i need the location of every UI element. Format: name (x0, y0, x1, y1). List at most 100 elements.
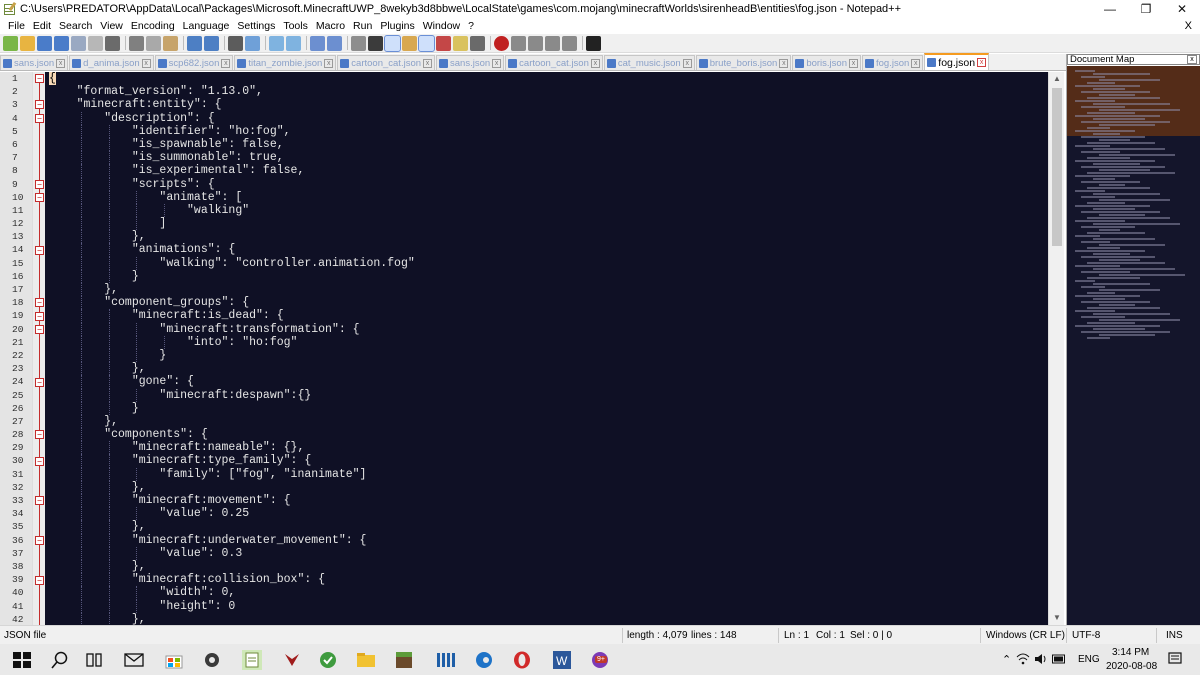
fold-toggle-icon[interactable]: − (35, 298, 44, 308)
save-macro-icon[interactable] (562, 35, 577, 51)
status-encoding[interactable]: UTF-8 (1072, 630, 1100, 641)
scrollbar-thumb[interactable] (1052, 88, 1062, 246)
play-macro-icon[interactable] (528, 35, 543, 51)
menu-help[interactable]: ? (464, 20, 478, 32)
close-button[interactable]: ✕ (1164, 0, 1200, 18)
fold-toggle-icon[interactable]: − (35, 311, 44, 321)
scroll-up-icon[interactable]: ▲ (1049, 72, 1065, 86)
tab-close-icon[interactable]: x (221, 58, 231, 68)
menu-view[interactable]: View (96, 20, 127, 32)
paste-icon[interactable] (163, 35, 178, 51)
fold-toggle-icon[interactable]: − (35, 324, 44, 334)
menu-encoding[interactable]: Encoding (127, 20, 179, 32)
fold-toggle-icon[interactable]: − (35, 74, 44, 83)
network-wifi-icon[interactable] (1016, 652, 1030, 666)
tab-close-icon[interactable]: x (911, 58, 921, 68)
fold-toggle-icon[interactable]: − (35, 245, 44, 255)
tab-d-anima-json[interactable]: d_anima.json x (69, 55, 154, 70)
maximize-button[interactable]: ❐ (1128, 0, 1164, 18)
tab-close-icon[interactable]: x (779, 58, 789, 68)
tab-close-icon[interactable]: x (56, 58, 66, 68)
print-icon[interactable] (105, 35, 120, 51)
fold-toggle-icon[interactable]: − (35, 536, 44, 545)
monitoring-icon[interactable] (470, 35, 485, 51)
fold-toggle-icon[interactable]: − (35, 456, 44, 466)
tab-brute-boris-json[interactable]: brute_boris.json x (695, 55, 792, 70)
blue-panel-app-icon[interactable] (436, 650, 456, 670)
user-language-icon[interactable] (402, 35, 417, 51)
undo-icon[interactable] (187, 35, 202, 51)
new-file-icon[interactable] (3, 35, 18, 51)
settings-gear-icon[interactable] (202, 650, 222, 670)
tab-fog-json[interactable]: fog.json x (862, 55, 924, 70)
find-icon[interactable] (228, 35, 243, 51)
plugin-icon[interactable] (586, 35, 601, 51)
mail-app-icon[interactable] (124, 650, 144, 670)
show-all-characters-icon[interactable] (368, 35, 383, 51)
save-all-icon[interactable] (54, 35, 69, 51)
fold-toggle-icon[interactable]: − (35, 575, 44, 585)
opera-browser-icon[interactable] (512, 650, 532, 670)
volume-speaker-icon[interactable] (1034, 652, 1048, 666)
minimize-button[interactable]: — (1092, 0, 1128, 18)
tab-boris-json[interactable]: boris.json x (792, 55, 861, 70)
tab-close-icon[interactable]: x (682, 58, 692, 68)
task-view-icon[interactable] (84, 650, 104, 670)
replace-icon[interactable] (245, 35, 260, 51)
document-map-close-button[interactable]: x (1187, 55, 1197, 64)
tab-sans-json[interactable]: sans.json x (0, 55, 69, 70)
show-hidden-icons-chevron-icon[interactable]: ⌃ (1002, 653, 1011, 666)
save-icon[interactable] (37, 35, 52, 51)
code-editor[interactable]: 1 2 3 4 5 6 7 8 9 10 11 12 13 14 15 16 17 18 19 20 21 22 23 24 2… (0, 72, 1064, 625)
word-icon[interactable]: W (552, 650, 572, 670)
battery-icon[interactable] (1052, 654, 1066, 664)
fold-margin[interactable]: − − − − − − − − − − − − − − − (32, 72, 45, 625)
sync-vertical-icon[interactable] (310, 35, 325, 51)
run-macro-multiple-icon[interactable] (545, 35, 560, 51)
predator-sense-icon[interactable] (282, 650, 302, 670)
close-document-button[interactable]: X (1185, 20, 1192, 32)
redo-icon[interactable] (204, 35, 219, 51)
fold-toggle-icon[interactable]: − (35, 179, 44, 189)
windows-start-icon[interactable] (12, 650, 32, 670)
green-app-icon[interactable] (318, 650, 338, 670)
input-language-indicator[interactable]: ENG (1078, 654, 1100, 665)
search-icon[interactable] (50, 650, 70, 670)
document-map-icon[interactable] (418, 34, 435, 52)
tab-cartoon-cat-json[interactable]: cartoon_cat.json x (505, 55, 603, 70)
menu-plugins[interactable]: Plugins (376, 20, 418, 32)
menu-search[interactable]: Search (55, 20, 96, 32)
close-file-icon[interactable] (71, 35, 86, 51)
folder-as-workspace-icon[interactable] (453, 35, 468, 51)
microsoft-store-icon[interactable] (164, 650, 184, 670)
fold-toggle-icon[interactable]: − (35, 430, 44, 440)
code-text-area[interactable]: { "format_version": "1.13.0", "minecraft… (45, 72, 1064, 625)
zoom-out-icon[interactable] (286, 35, 301, 51)
document-map-preview[interactable] (1067, 66, 1200, 625)
tab-close-icon[interactable]: x (849, 58, 858, 68)
tab-close-icon[interactable]: x (492, 58, 502, 68)
word-wrap-icon[interactable] (351, 35, 366, 51)
fold-toggle-icon[interactable]: − (35, 192, 44, 202)
status-insert-mode[interactable]: INS (1166, 630, 1183, 641)
menu-tools[interactable]: Tools (279, 20, 312, 32)
minecraft-icon[interactable] (394, 650, 414, 670)
action-center-icon[interactable] (1168, 652, 1182, 666)
menu-macro[interactable]: Macro (312, 20, 349, 32)
menu-file[interactable]: File (4, 20, 29, 32)
menu-run[interactable]: Run (349, 20, 376, 32)
menu-settings[interactable]: Settings (233, 20, 279, 32)
tab-close-icon[interactable]: x (141, 58, 151, 68)
open-file-icon[interactable] (20, 35, 35, 51)
notepadpp-taskbar-icon[interactable] (242, 650, 262, 670)
stop-macro-icon[interactable] (511, 35, 526, 51)
close-all-icon[interactable] (88, 35, 103, 51)
sync-horizontal-icon[interactable] (327, 35, 342, 51)
tab-fog-json[interactable]: fog.json x (924, 53, 990, 70)
taskbar-clock-time[interactable]: 3:14 PM (1112, 647, 1149, 658)
fold-toggle-icon[interactable]: − (35, 496, 44, 506)
tab-close-icon[interactable]: x (423, 58, 433, 68)
tab-close-icon[interactable]: x (590, 58, 600, 68)
fold-toggle-icon[interactable]: − (35, 377, 44, 387)
edge-browser-icon[interactable] (474, 650, 494, 670)
